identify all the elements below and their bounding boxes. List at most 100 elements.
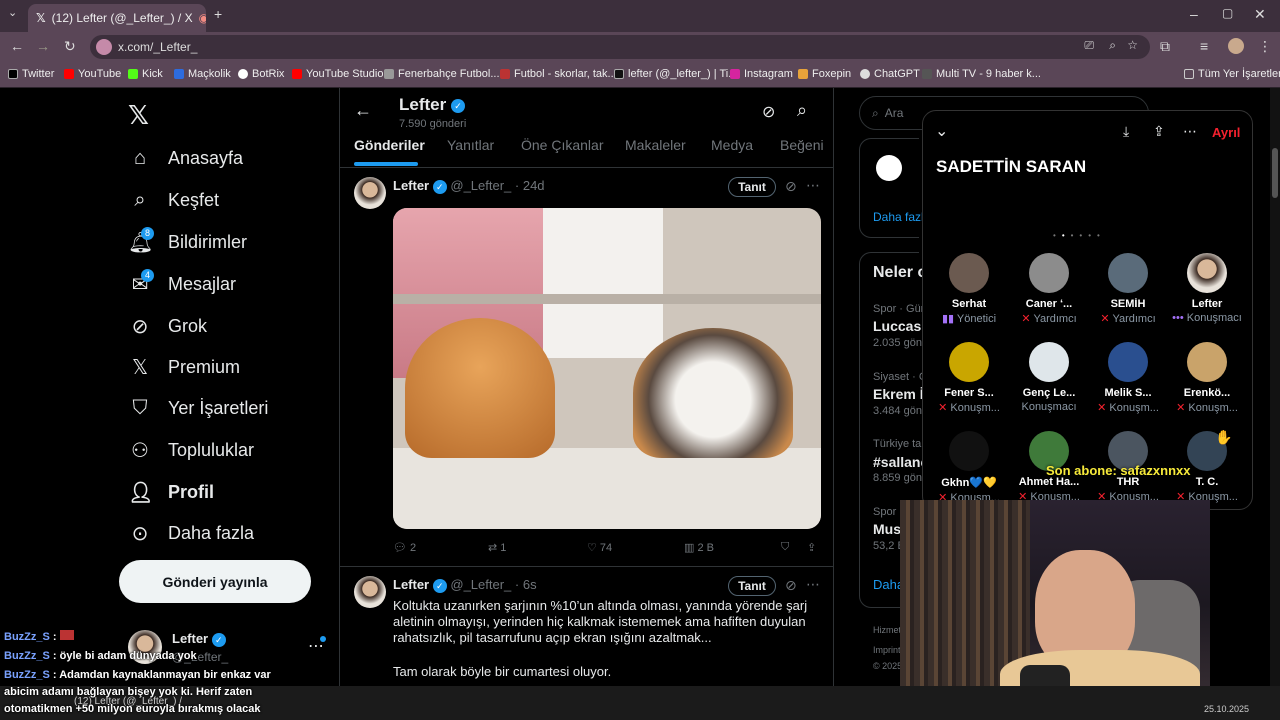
bookmark-label: Foxepin [812, 68, 852, 80]
divider [340, 566, 834, 567]
speaker[interactable]: Serhat ▮▮ Yönetici [929, 253, 1009, 325]
back-icon[interactable]: ← [10, 38, 24, 54]
back-arrow-icon[interactable]: ← [354, 100, 372, 121]
speaker[interactable]: Caner ‘... ✕ Yardımcı [1009, 253, 1089, 325]
share-icon[interactable]: ⇪ [1153, 123, 1165, 140]
post-image-cats[interactable] [393, 208, 821, 529]
site-info-icon[interactable] [96, 39, 112, 55]
share-icon[interactable]: ⇪ [807, 541, 816, 554]
tab-search-icon[interactable]: ⌄ [8, 6, 17, 19]
bookmark-yt-studio[interactable]: YouTube Studio [292, 68, 383, 80]
x-logo-icon[interactable]: 𝕏 [128, 100, 149, 131]
nav-home[interactable]: ⌂ Anasayfa [128, 147, 243, 170]
tab-posts[interactable]: Gönderiler [354, 137, 425, 153]
role-text: Yardımcı [1033, 313, 1077, 325]
active-tab[interactable]: 𝕏 (12) Lefter (@_Lefter_) / X ◉ ✕ [28, 4, 206, 32]
tab-likes[interactable]: Beğeni [780, 137, 824, 153]
search-icon[interactable]: ⌕ [797, 100, 807, 121]
tab-replies[interactable]: Yanıtlar [447, 137, 494, 153]
besiktas-logo[interactable] [876, 155, 902, 181]
bookmark-youtube[interactable]: YouTube [64, 68, 121, 80]
cast-icon[interactable]: ⎚ [1084, 38, 1094, 53]
grok-icon[interactable]: ⊘ [785, 577, 797, 594]
minimize-space-icon[interactable]: ⤓ [1123, 123, 1129, 140]
extensions-icon[interactable]: ⧉ [1160, 38, 1170, 55]
speaker[interactable]: Lefter ••• Konuşmacı [1167, 253, 1247, 324]
speaker[interactable]: SEMİH ✕ Yardımcı [1088, 253, 1168, 325]
more-icon[interactable]: ⋯ [1183, 123, 1197, 140]
bookmark-botrix[interactable]: BotRix [238, 68, 284, 80]
retweet-count: 1 [500, 542, 507, 554]
more-icon[interactable]: ⋯ [806, 576, 820, 593]
bookmark-foxepin[interactable]: Foxepin [798, 68, 851, 80]
media-icon[interactable]: ≡ [1200, 38, 1208, 54]
promote-button[interactable]: Tanıt [728, 177, 776, 197]
minimize-icon[interactable]: – [1190, 6, 1198, 22]
tab-highlights[interactable]: Öne Çıkanlar [521, 137, 603, 153]
like-action[interactable]: ♡ 74 [587, 541, 612, 554]
promote-button[interactable]: Tanıt [728, 576, 776, 596]
nav-label: Daha fazla [168, 523, 255, 543]
grok-icon[interactable]: ⊘ [762, 102, 775, 122]
x-icon [8, 69, 18, 79]
nav-bookmarks[interactable]: ⛉ Yer İşaretleri [128, 397, 269, 420]
multitv-icon [922, 69, 932, 79]
star-icon[interactable]: ☆ [1127, 38, 1138, 52]
nav-communities[interactable]: ⚇ Topluluklar [128, 438, 254, 463]
speaker[interactable]: Fener S... ✕ Konuşm... [929, 342, 1009, 414]
forward-icon[interactable]: → [36, 38, 50, 54]
speaker[interactable]: Erenkö... ✕ Konuşm... [1167, 342, 1247, 414]
new-tab-icon[interactable]: + [214, 6, 222, 22]
bookmark-multitv[interactable]: Multi TV - 9 haber k... [922, 68, 1041, 80]
bookmark-mackolik[interactable]: Maçkolik [174, 68, 231, 80]
close-window-icon[interactable]: ✕ [1254, 6, 1266, 23]
speaker[interactable]: Genç Le... Konuşmacı [1009, 342, 1089, 413]
nav-explore[interactable]: ⌕ Keşfet [128, 189, 219, 212]
bookmark-tiktok[interactable]: lefter (@_lefter_) | Ti... [614, 68, 737, 80]
footer-link[interactable]: Hizmet [873, 625, 901, 635]
scrollbar-thumb[interactable] [1272, 148, 1278, 198]
reply-action[interactable]: 💬︎ 2 [393, 541, 416, 554]
speaker[interactable]: Melik S... ✕ Konuşm... [1088, 342, 1168, 414]
post-author[interactable]: Lefter [393, 178, 429, 193]
audio-icon[interactable]: ◉ [199, 11, 206, 25]
post-avatar[interactable] [354, 177, 386, 209]
more-icon[interactable]: ⋯ [806, 177, 820, 194]
post-handle: @_Lefter_ [450, 577, 512, 592]
retweet-action[interactable]: ⇄ 1 [488, 541, 506, 554]
scrollbar[interactable] [1270, 88, 1280, 686]
bookmark-icon[interactable]: ⛉ [781, 541, 789, 554]
reload-icon[interactable]: ↻ [64, 38, 76, 55]
zoom-icon[interactable]: ⌕ [1109, 38, 1116, 53]
maximize-icon[interactable]: ▢ [1222, 6, 1233, 20]
speaker[interactable]: Gkhn💙💛 ✕ Konuşm... [929, 431, 1009, 504]
bookmark-instagram[interactable]: Instagram [730, 68, 793, 80]
post-author[interactable]: Lefter [393, 577, 429, 592]
nav-premium[interactable]: 𝕏 Premium [128, 355, 240, 380]
nav-more[interactable]: ⊙ Daha fazla [128, 521, 254, 546]
bookmark-futbol[interactable]: Futbol - skorlar, tak... [500, 68, 617, 80]
bookmark-fenerbahce[interactable]: Fenerbahçe Futbol... [384, 68, 500, 80]
bookmark-twitter[interactable]: Twitter [8, 68, 54, 80]
nav-profile[interactable]: 👤︎ Profil [128, 480, 214, 505]
leave-button[interactable]: Ayrıl [1212, 125, 1240, 140]
post-avatar[interactable] [354, 576, 386, 608]
account-switcher[interactable]: Lefter ✓ [172, 631, 226, 647]
profile-avatar[interactable] [1228, 38, 1244, 54]
trend-title[interactable]: #sallanc [873, 454, 928, 470]
nav-grok[interactable]: ⊘ Grok [128, 314, 207, 339]
menu-icon[interactable]: ⋮ [1258, 38, 1272, 55]
address-bar[interactable]: x.com/_Lefter_ ⎚ ⌕ ☆ [90, 35, 1150, 59]
footer-link[interactable]: Imprint [873, 645, 901, 655]
all-bookmarks[interactable]: Tüm Yer İşaretleri [1184, 68, 1280, 80]
collapse-icon[interactable]: ⌄ [935, 121, 948, 141]
bookmark-chatgpt[interactable]: ChatGPT [860, 68, 920, 80]
post-button[interactable]: Gönderi yayınla [119, 560, 311, 603]
post-time[interactable]: · 6s [515, 577, 537, 592]
views-action[interactable]: ▥ 2 B [684, 541, 714, 554]
post-time[interactable]: · 24d [515, 178, 545, 193]
tab-media[interactable]: Medya [711, 137, 753, 153]
grok-icon[interactable]: ⊘ [785, 178, 797, 195]
tab-articles[interactable]: Makaleler [625, 137, 686, 153]
bookmark-kick[interactable]: Kick [128, 68, 163, 80]
